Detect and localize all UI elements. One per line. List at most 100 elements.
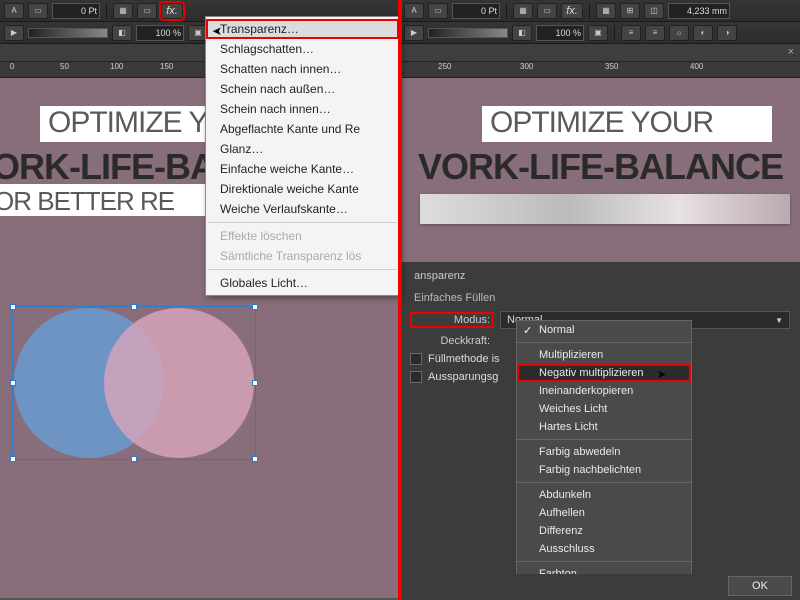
cursor-icon: ➤ [212,24,222,38]
mode-ausschluss[interactable]: Ausschluss [517,540,691,558]
width-field[interactable]: 4,233 mm [668,3,730,19]
handle[interactable] [252,456,258,462]
crop-icon[interactable]: ◫ [644,3,664,19]
fx-button[interactable]: fx. [161,3,183,19]
tab-bar-right: × [400,44,800,62]
dialog-section: Einfaches Füllen [400,286,800,308]
handle[interactable] [10,456,16,462]
menu-separator [517,439,691,440]
tool-icon[interactable]: A [404,3,424,19]
mode-ineinanderkopieren[interactable]: Ineinanderkopieren [517,382,691,400]
mode-farbig-abwedeln[interactable]: Farbig abwedeln [517,443,691,461]
grid-icon[interactable]: ⊞ [620,3,640,19]
mode-dropdown-list: Normal Multiplizieren Negativ multiplizi… [516,320,692,574]
align-icon[interactable]: ≡ [621,25,641,41]
fx-item-abgeflachte[interactable]: Abgeflachte Kante und Re [206,119,399,139]
fx-item-glanz[interactable]: Glanz… [206,139,399,159]
headline-2: ORK-LIFE-BAL [0,146,236,188]
mode-negativ-multiplizieren[interactable]: Negativ multiplizieren ➤ [517,364,691,382]
fx-item-schein-innen[interactable]: Schein nach innen… [206,99,399,119]
stroke-weight-field[interactable]: 0 Pt [52,3,100,19]
fx-item-verlaufskante[interactable]: Weiche Verlaufskante… [206,199,399,219]
handle[interactable] [131,456,137,462]
toolbar-second-right: ▶ ◧ 100 % ▣ ≡ ≡ ☼ ◐ ◑ [400,22,800,44]
canvas-right: OPTIMIZE YOUR VORK-LIFE-BALANCE [400,78,800,262]
arrow-icon[interactable]: ▶ [4,25,24,41]
fx-item-direktionale-kante[interactable]: Direktionale weiche Kante [206,179,399,199]
fx-item-schlagschatten[interactable]: Schlagschatten… [206,39,399,59]
chevron-down-icon: ▼ [775,316,783,325]
tick: 150 [160,62,173,71]
align-icon[interactable]: ≡ [645,25,665,41]
text-smear [420,194,790,224]
handle[interactable] [10,380,16,386]
knockout-label: Aussparungsg [428,371,498,383]
swatch-icon[interactable]: ◧ [112,25,132,41]
fill-checkbox[interactable] [410,353,422,365]
opacity-field-r[interactable]: 100 % [536,25,584,41]
mode-item-label: Negativ multiplizieren [539,367,644,379]
ruler-right: 250 300 350 400 [400,62,800,78]
tool-icon[interactable]: A [4,3,24,19]
stroke-swatch[interactable]: ▭ [428,3,448,19]
mode-hartes-licht[interactable]: Hartes Licht [517,418,691,436]
menu-separator [208,269,397,270]
mode-weiches-licht[interactable]: Weiches Licht [517,400,691,418]
btn-b[interactable]: ▭ [537,3,557,19]
headline-2-r: VORK-LIFE-BALANCE [418,146,783,188]
tick: 250 [438,62,451,71]
cursor-icon: ➤ [657,368,666,381]
mode-normal[interactable]: Normal [517,321,691,339]
fx-item-globales-licht[interactable]: Globales Licht… [206,273,399,293]
headline-3: OR BETTER RE [0,186,174,217]
fx-item-einfache-kante[interactable]: Einfache weiche Kante… [206,159,399,179]
menu-separator [517,342,691,343]
mode-farbig-nachbelichten[interactable]: Farbig nachbelichten [517,461,691,479]
blur-icon[interactable]: ◑ [717,25,737,41]
fx-item-transparenz-loeschen: Sämtliche Transparenz lös [206,246,399,266]
deckkraft-label: Deckkraft: [410,335,490,347]
menu-separator [517,482,691,483]
fx-item-effekte-loeschen: Effekte löschen [206,226,399,246]
mode-abdunkeln[interactable]: Abdunkeln [517,486,691,504]
mode-aufhellen[interactable]: Aufhellen [517,504,691,522]
tick: 100 [110,62,123,71]
sun-icon[interactable]: ☼ [669,25,689,41]
modus-label: Modus: [410,312,494,328]
eye-icon[interactable]: ▣ [588,25,608,41]
fx-item-label: Transparenz… [220,22,299,36]
handle[interactable] [10,304,16,310]
btn-a[interactable]: ▦ [513,3,533,19]
knockout-checkbox[interactable] [410,371,422,383]
btn-a[interactable]: ▦ [113,3,133,19]
mode-farbton[interactable]: Farbton [517,565,691,574]
fx-item-schein-aussen[interactable]: Schein nach außen… [206,79,399,99]
tick: 350 [605,62,618,71]
ok-button[interactable]: OK [728,576,792,596]
right-panel: A ▭ 0 Pt ▦ ▭ fx. ▦ ⊞ ◫ 4,233 mm ▶ ◧ 100 … [400,0,800,600]
menu-separator [517,561,691,562]
wrap-icon[interactable]: ▦ [596,3,616,19]
stroke-swatch[interactable]: ▭ [28,3,48,19]
tick: 0 [10,62,14,71]
handle[interactable] [252,304,258,310]
menu-separator [208,222,397,223]
tick: 400 [690,62,703,71]
mode-differenz[interactable]: Differenz [517,522,691,540]
opacity-field[interactable]: 100 % [136,25,184,41]
arrow-icon[interactable]: ▶ [404,25,424,41]
gradient-slider[interactable] [428,28,508,38]
handle[interactable] [131,304,137,310]
stroke-weight-field-r[interactable]: 0 Pt [452,3,500,19]
gradient-slider[interactable] [28,28,108,38]
fx-item-schatten-innen[interactable]: Schatten nach innen… [206,59,399,79]
handle[interactable] [252,380,258,386]
swatch-icon[interactable]: ◧ [512,25,532,41]
fx-button-r[interactable]: fx. [561,3,583,19]
btn-b[interactable]: ▭ [137,3,157,19]
blur-icon[interactable]: ◐ [693,25,713,41]
fx-item-transparenz[interactable]: ➤ Transparenz… [206,19,399,39]
tick: 300 [520,62,533,71]
close-icon[interactable]: × [788,46,794,58]
mode-multiplizieren[interactable]: Multiplizieren [517,346,691,364]
